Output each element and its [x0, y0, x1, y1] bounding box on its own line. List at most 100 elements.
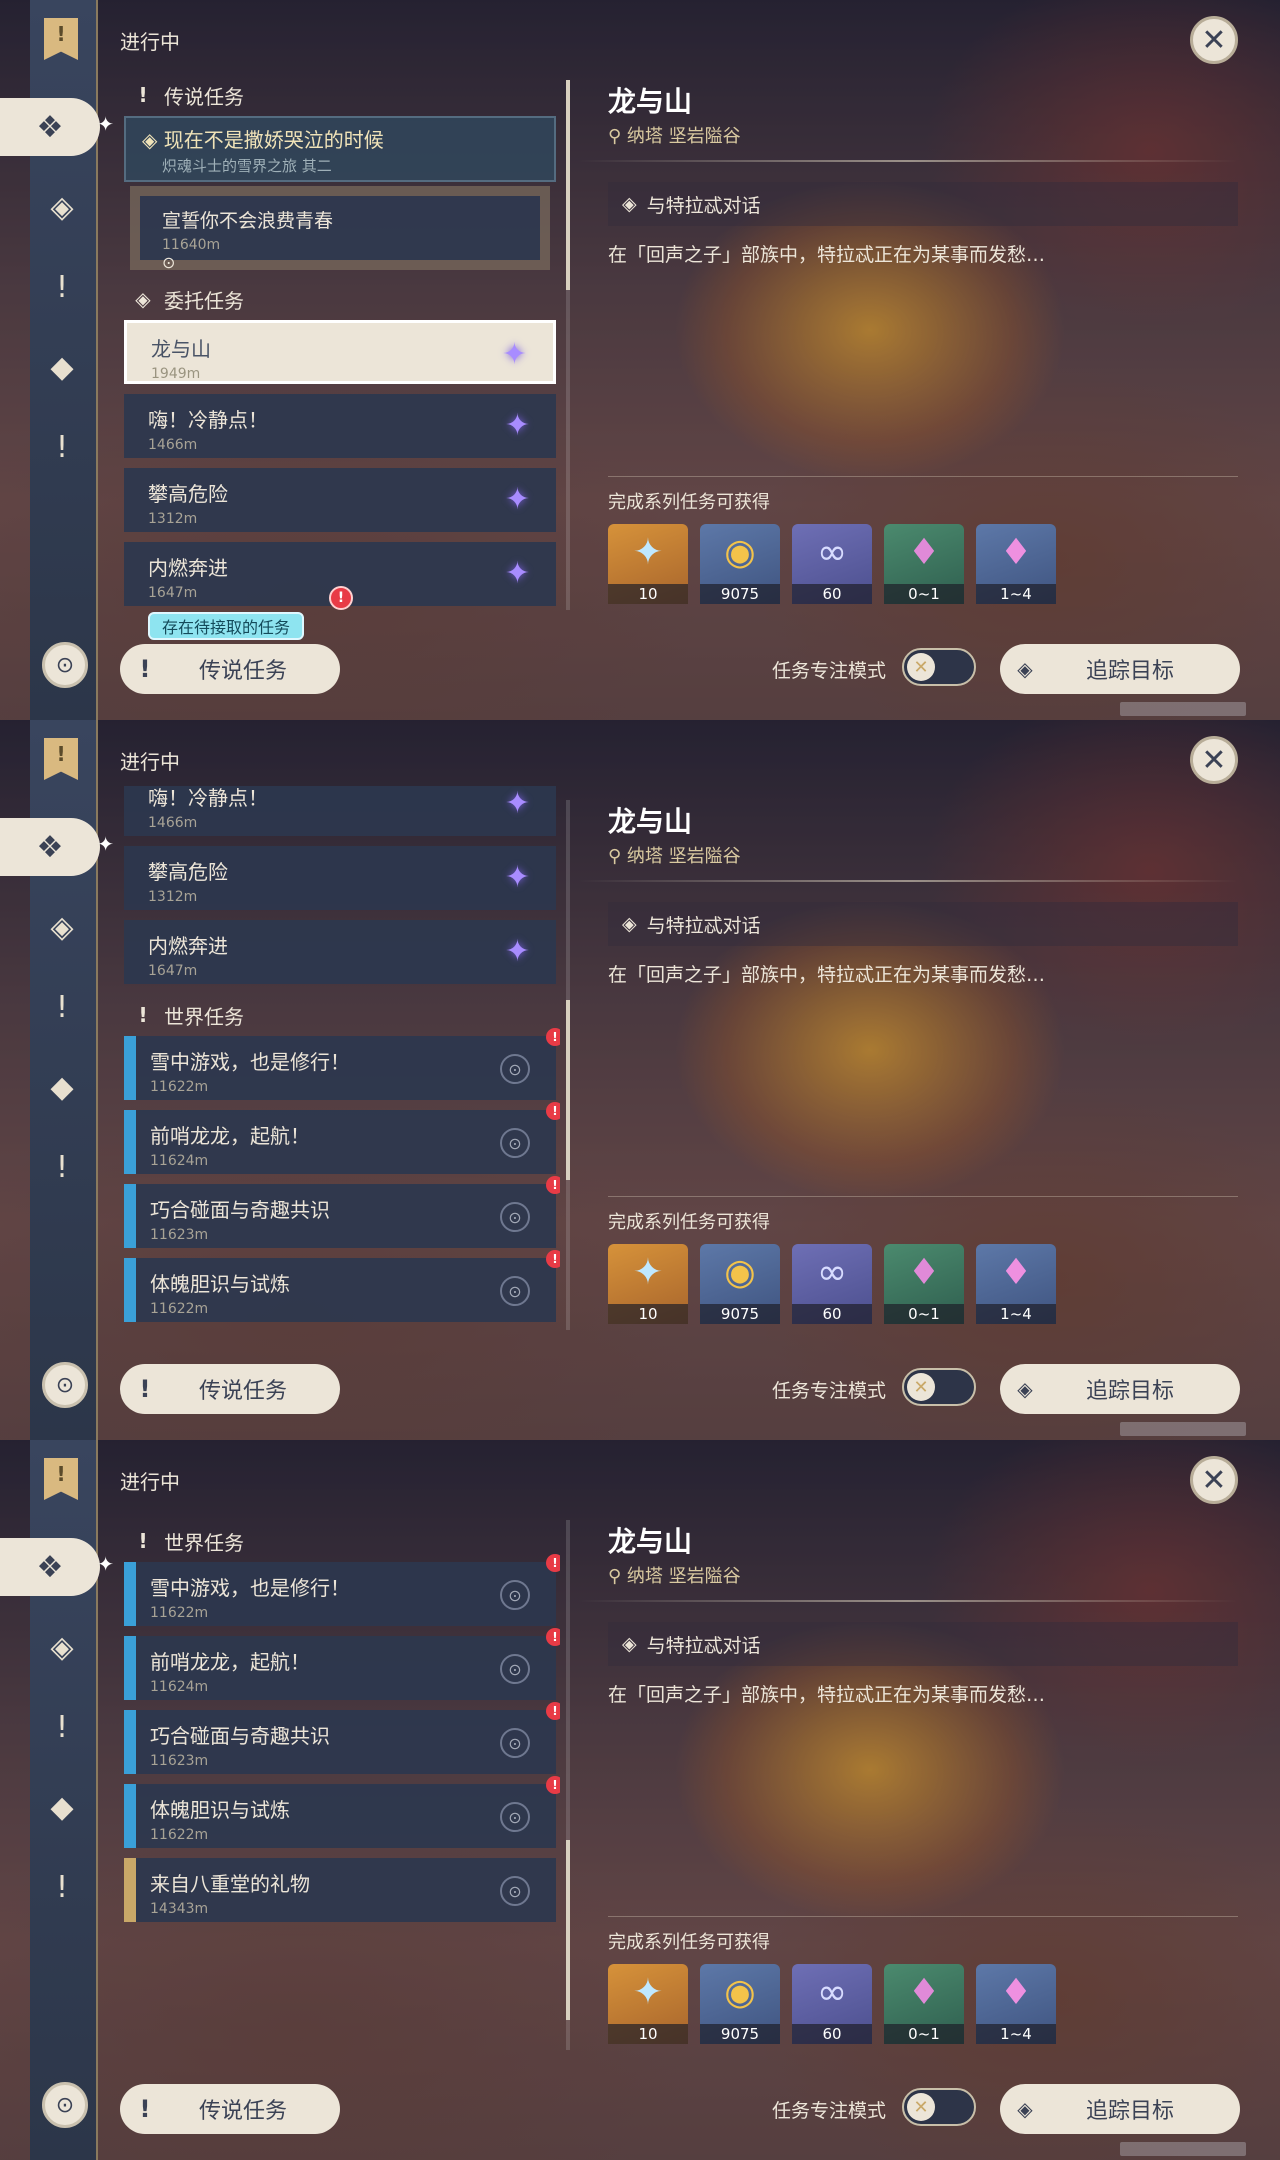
world-quest-card[interactable]: 体魄胆识与试炼 11622m ⊙ ! [124, 1250, 560, 1322]
location-pin-icon: ⚲ [608, 126, 622, 147]
sidebar-tab-legend[interactable]: ! [33, 978, 91, 1036]
world-quest-card[interactable]: 巧合碰面与奇趣共识 11623m ⊙ ! [124, 1176, 560, 1248]
quest-list[interactable]: ! 世界任务 雪中游戏，也是修行！ 11622m ⊙ ! 前哨龙龙，起航！ 116… [120, 1520, 560, 2056]
quest-settings-icon[interactable]: ⊙ [42, 1362, 88, 1408]
sidebar-tab-world[interactable]: ! [33, 418, 91, 476]
reward-qty: 0~1 [884, 1304, 964, 1324]
detail-location: ⚲ 纳塔 坚岩隘谷 [608, 1562, 741, 1588]
world-quest-card[interactable]: 前哨龙龙，起航！ 11624m ⊙ ! [124, 1628, 560, 1700]
mora-icon: ◉ [724, 1972, 756, 2013]
location-pin-icon[interactable]: ⊙ [500, 1054, 530, 1084]
track-diamond-icon: ◈ [1017, 1377, 1033, 1401]
reward-crystal-cluster[interactable]: ♦ 1~4 [976, 1964, 1056, 2044]
sidebar-tab-all[interactable]: ❖ ✦ [0, 1538, 114, 1596]
legend-quest-card[interactable]: ◈ 现在不是撒娇哭泣的时候 炽魂斗士的雪界之旅 其二 [124, 116, 556, 182]
commission-card-selected[interactable]: 龙与山 1949m ✦ [124, 320, 556, 384]
close-button[interactable]: ✕ [1190, 1456, 1238, 1504]
quest-diamond-icon: ◈ [142, 128, 158, 152]
close-button[interactable]: ✕ [1190, 736, 1238, 784]
quest-list-scrollbar[interactable] [566, 800, 570, 1330]
track-target-button[interactable]: ◈ 追踪目标 [1000, 2084, 1240, 2134]
reward-primogem[interactable]: ✦ 10 [608, 1964, 688, 2044]
reward-mora[interactable]: ◉ 9075 [700, 524, 780, 604]
commission-card[interactable]: 内燃奔进 1647m ✦ [124, 920, 556, 984]
sidebar-tab-world[interactable]: ! [33, 1858, 91, 1916]
sidebar-tab-legend[interactable]: ! [33, 1698, 91, 1756]
close-button[interactable]: ✕ [1190, 16, 1238, 64]
commission-card[interactable]: 嗨！冷静点！ 1466m ✦ [124, 786, 556, 836]
focus-mode-toggle[interactable]: ✕ [902, 2088, 976, 2126]
track-target-button[interactable]: ◈ 追踪目标 [1000, 644, 1240, 694]
reward-primogem[interactable]: ✦ 10 [608, 1244, 688, 1324]
commission-card[interactable]: 攀高危险 1312m ✦ [124, 468, 556, 532]
quest-distance: 11622m [150, 1301, 209, 1317]
new-alert-icon: ! [546, 1702, 560, 1720]
reward-exp[interactable]: ∞ 60 [792, 1964, 872, 2044]
focus-mode-toggle[interactable]: ✕ [902, 648, 976, 686]
location-pin-icon[interactable]: ⊙ [500, 1276, 530, 1306]
reward-exp[interactable]: ∞ 60 [792, 1244, 872, 1324]
scrollbar-thumb[interactable] [566, 80, 570, 290]
legend-quest-button[interactable]: ! 传说任务 [120, 1364, 340, 1414]
world-quest-card[interactable]: 雪中游戏，也是修行！ 11622m ⊙ ! [124, 1554, 560, 1626]
legend-subquest-card[interactable]: 宣誓你不会浪费青春 11640m ⊙ [130, 186, 550, 272]
focus-mode-toggle[interactable]: ✕ [902, 1368, 976, 1406]
legend-quest-button[interactable]: ! 传说任务 [120, 2084, 340, 2134]
quest-settings-icon[interactable]: ⊙ [42, 2082, 88, 2128]
legend-quest-button[interactable]: ! 传说任务 [120, 644, 340, 694]
commission-card[interactable]: 攀高危险 1312m ✦ [124, 846, 556, 910]
quest-settings-icon[interactable]: ⊙ [42, 642, 88, 688]
location-pin-icon[interactable]: ⊙ [500, 1876, 530, 1906]
sidebar-tab-commission[interactable]: ◆ [33, 1778, 91, 1836]
scrollbar-thumb[interactable] [566, 1840, 570, 2020]
reward-mora[interactable]: ◉ 9075 [700, 1964, 780, 2044]
location-pin-icon[interactable]: ⊙ [500, 1728, 530, 1758]
reward-crystal-cluster[interactable]: ♦ 1~4 [976, 524, 1056, 604]
location-pin-icon[interactable]: ⊙ [500, 1802, 530, 1832]
divider [608, 1196, 1238, 1197]
reward-mora[interactable]: ◉ 9075 [700, 1244, 780, 1324]
reward-primogem[interactable]: ✦ 10 [608, 524, 688, 604]
quest-list[interactable]: ! 传说任务 ◈ 现在不是撒娇哭泣的时候 炽魂斗士的雪界之旅 其二 宣誓你不会浪费… [120, 74, 560, 610]
quest-list-scrollbar[interactable] [566, 1520, 570, 2050]
world-quest-card[interactable]: 雪中游戏，也是修行！ 11622m ⊙ ! [124, 1028, 560, 1100]
sidebar-tab-legend[interactable]: ! [33, 258, 91, 316]
quest-description: 在「回声之子」部族中，特拉忒正在为某事而发愁… [608, 964, 1046, 986]
location-pin-icon[interactable]: ⊙ [500, 1580, 530, 1610]
world-quest-card[interactable]: 体魄胆识与试炼 11622m ⊙ ! [124, 1776, 560, 1848]
commission-card[interactable]: 嗨！冷静点！ 1466m ✦ [124, 394, 556, 458]
legend-quest-icon: ! [55, 1709, 69, 1745]
location-pin-icon[interactable]: ⊙ [162, 253, 175, 272]
quest-distance: 1466m [148, 815, 198, 831]
sidebar-tab-world[interactable]: ! [33, 1138, 91, 1196]
scrollbar-thumb[interactable] [566, 1000, 570, 1180]
reward-crystal[interactable]: ♦ 0~1 [884, 524, 964, 604]
reward-crystal-cluster[interactable]: ♦ 1~4 [976, 1244, 1056, 1324]
sidebar-tab-all[interactable]: ❖ ✦ [0, 818, 114, 876]
quest-list-scrollbar[interactable] [566, 80, 570, 610]
sidebar-tab-all[interactable]: ❖ ✦ [0, 98, 114, 156]
reward-crystal[interactable]: ♦ 0~1 [884, 1964, 964, 2044]
toggle-knob-icon: ✕ [907, 2093, 935, 2121]
location-pin-icon[interactable]: ⊙ [500, 1654, 530, 1684]
crystal-icon: ♦ [907, 532, 941, 573]
sidebar-tab-archon[interactable]: ◈ [33, 178, 91, 236]
archon-quest-icon: ◈ [50, 1629, 74, 1665]
quest-title: 内燃奔进 [148, 556, 228, 580]
quest-list[interactable]: 嗨！冷静点！ 1466m ✦ 攀高危险 1312m ✦ 内燃奔进 1647m ✦… [120, 786, 560, 1322]
reward-qty: 60 [792, 584, 872, 604]
sidebar-tab-commission[interactable]: ◆ [33, 1058, 91, 1116]
reward-exp[interactable]: ∞ 60 [792, 524, 872, 604]
sidebar-tab-archon[interactable]: ◈ [33, 1618, 91, 1676]
track-button-label: 追踪目标 [1085, 2099, 1174, 2124]
location-pin-icon[interactable]: ⊙ [500, 1128, 530, 1158]
world-quest-card[interactable]: 巧合碰面与奇趣共识 11623m ⊙ ! [124, 1702, 560, 1774]
world-quest-card[interactable]: 前哨龙龙，起航！ 11624m ⊙ ! [124, 1102, 560, 1174]
sidebar-tab-commission[interactable]: ◆ [33, 338, 91, 396]
location-pin-icon[interactable]: ⊙ [500, 1202, 530, 1232]
reward-crystal[interactable]: ♦ 0~1 [884, 1244, 964, 1324]
quest-distance: 11624m [150, 1153, 209, 1169]
sidebar-tab-archon[interactable]: ◈ [33, 898, 91, 956]
track-target-button[interactable]: ◈ 追踪目标 [1000, 1364, 1240, 1414]
world-quest-card[interactable]: 来自八重堂的礼物 14343m ⊙ [124, 1858, 556, 1922]
